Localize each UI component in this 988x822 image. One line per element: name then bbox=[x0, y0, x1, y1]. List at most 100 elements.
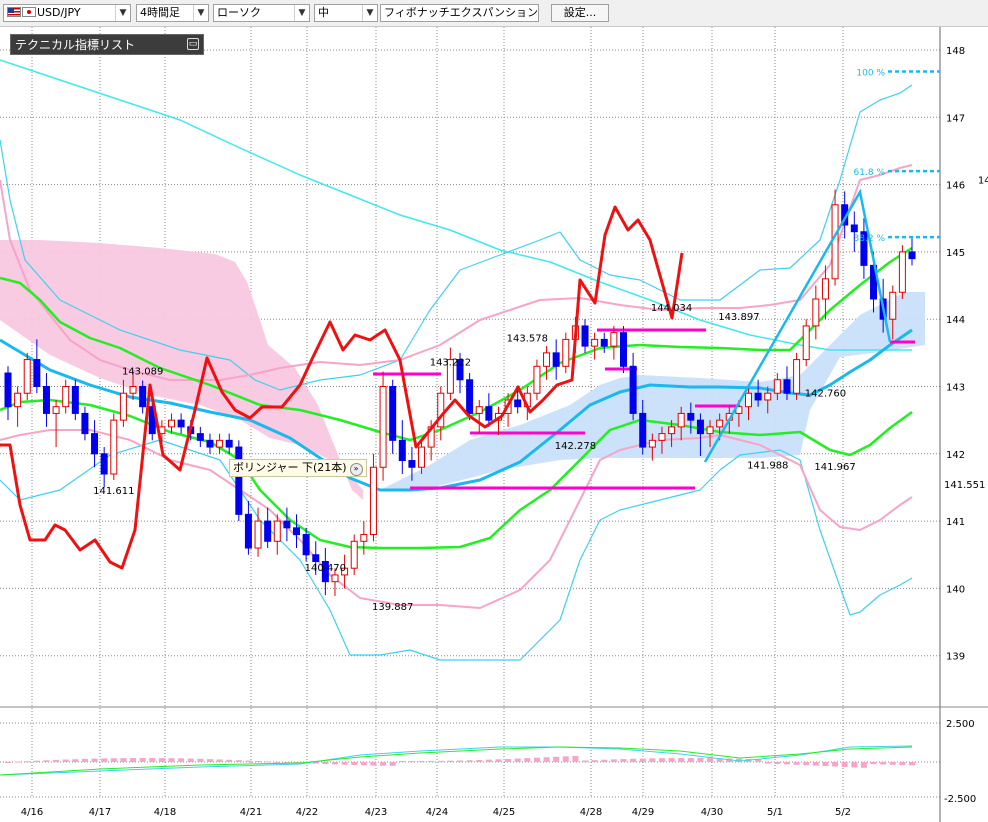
fibo-level-label: 38.2 % bbox=[854, 234, 886, 244]
histogram-bar bbox=[120, 758, 127, 762]
chevron-double-down-icon[interactable]: » bbox=[349, 463, 363, 476]
chart-style-select[interactable]: ローソク ▼ bbox=[213, 4, 310, 22]
x-tick-label: 5/2 bbox=[835, 807, 851, 818]
x-tick-label: 4/17 bbox=[89, 807, 111, 818]
candle-bearish bbox=[485, 406, 493, 421]
candle-bullish bbox=[591, 338, 599, 347]
histogram-bar bbox=[889, 762, 896, 765]
candle-bullish bbox=[745, 392, 753, 408]
x-tick-label: 5/1 bbox=[767, 807, 783, 818]
candle-bearish bbox=[408, 460, 416, 468]
candle-bearish bbox=[283, 520, 291, 529]
candle-bearish bbox=[639, 412, 647, 448]
x-tick-label: 4/23 bbox=[365, 807, 387, 818]
histogram-bar bbox=[187, 758, 194, 762]
candle-bearish bbox=[4, 372, 12, 408]
price-annotation: 141.967 bbox=[814, 462, 855, 473]
currency-pair-select[interactable]: USD/JPY ▼ bbox=[3, 4, 131, 22]
histogram-bar bbox=[783, 762, 790, 765]
x-tick-label: 4/28 bbox=[580, 807, 602, 818]
candle-bullish bbox=[110, 419, 118, 475]
histogram-bar bbox=[216, 759, 223, 762]
candle-bullish bbox=[648, 439, 656, 448]
settings-button[interactable]: 設定... bbox=[551, 4, 609, 22]
y-tick-label: 143 bbox=[946, 383, 965, 394]
candle-bearish bbox=[206, 439, 214, 448]
drawing-tool-field[interactable]: フィボナッチエクスパンション bbox=[380, 4, 539, 22]
candle-bullish bbox=[254, 520, 262, 549]
candle-bullish bbox=[23, 359, 31, 394]
candle-bullish bbox=[658, 433, 666, 441]
histogram-bar bbox=[620, 759, 627, 762]
candle-bearish bbox=[293, 527, 301, 536]
candle-bullish bbox=[216, 439, 224, 448]
price-annotation: 142.278 bbox=[555, 441, 596, 452]
candle-bullish bbox=[543, 352, 551, 367]
histogram-bar bbox=[14, 761, 21, 763]
histogram-bar bbox=[610, 759, 617, 762]
candle-bearish bbox=[139, 386, 147, 408]
y-tick-label: 146 bbox=[946, 181, 965, 192]
candle-bearish bbox=[235, 446, 243, 515]
y-tick-label: 147 bbox=[946, 113, 965, 124]
candle-bearish bbox=[100, 453, 108, 475]
histogram-bar bbox=[53, 759, 60, 762]
histogram-bar bbox=[466, 760, 473, 762]
histogram-bar bbox=[601, 759, 608, 762]
candle-bullish bbox=[889, 291, 897, 320]
histogram-bar bbox=[206, 759, 213, 762]
histogram-bar bbox=[197, 758, 204, 762]
histogram-bar bbox=[764, 762, 771, 764]
chevron-down-icon: ▼ bbox=[294, 5, 309, 21]
indicator-list-panel[interactable]: テクニカル指標リスト ▭ bbox=[10, 34, 204, 55]
timeframe-select[interactable]: 4時間足 ▼ bbox=[136, 4, 209, 22]
histogram-bar bbox=[91, 758, 98, 762]
histogram-bar bbox=[226, 759, 233, 762]
currency-pair-label: USD/JPY bbox=[37, 6, 81, 19]
histogram-bar bbox=[418, 760, 425, 762]
histogram-bar bbox=[591, 760, 598, 762]
candle-bearish bbox=[754, 392, 762, 401]
indicator-list-title: テクニカル指標リスト bbox=[15, 38, 136, 52]
histogram-bar bbox=[158, 758, 165, 762]
candle-bullish bbox=[14, 392, 22, 408]
price-annotation: 145.928 bbox=[978, 175, 988, 186]
candle-bullish bbox=[119, 392, 127, 421]
candle-bearish bbox=[71, 386, 79, 414]
candle-bearish bbox=[581, 325, 589, 347]
candle-bearish bbox=[33, 359, 41, 387]
candle-bullish bbox=[802, 325, 810, 361]
histogram-bar bbox=[678, 758, 685, 762]
drawing-tool-label: フィボナッチエクスパンション bbox=[384, 6, 538, 19]
candle-bearish bbox=[514, 399, 522, 408]
price-chart[interactable]: 100 % 61.8 % 38.2 % 143.089 141.611 140.470 1… bbox=[0, 27, 988, 822]
candle-bearish bbox=[687, 412, 695, 421]
price-annotation: 144.034 bbox=[651, 303, 692, 314]
candle-bullish bbox=[677, 412, 685, 428]
histogram-bar bbox=[408, 760, 415, 762]
histogram-bar bbox=[380, 762, 387, 766]
histogram-bar bbox=[899, 762, 906, 766]
candle-bearish bbox=[42, 386, 50, 414]
histogram-bar bbox=[101, 758, 108, 762]
x-tick-label: 4/16 bbox=[21, 807, 43, 818]
histogram-bar bbox=[5, 762, 11, 763]
sub-signal-green bbox=[0, 746, 913, 776]
candle-bullish bbox=[773, 379, 781, 394]
collapse-icon[interactable]: ▭ bbox=[187, 38, 199, 50]
histogram-bar bbox=[139, 758, 146, 762]
current-price-label: 141.551 bbox=[944, 480, 985, 491]
chart-size-select[interactable]: 中 ▼ bbox=[314, 4, 378, 22]
histogram-bar bbox=[149, 758, 156, 762]
y-tick-label: 139 bbox=[946, 652, 965, 663]
histogram-bar bbox=[870, 762, 877, 765]
histogram-bar bbox=[24, 761, 31, 763]
x-tick-label: 4/18 bbox=[154, 807, 176, 818]
price-annotation: 141.611 bbox=[93, 486, 134, 497]
histogram-bar bbox=[649, 758, 656, 762]
histogram-bar bbox=[389, 762, 396, 766]
histogram-bar bbox=[533, 757, 540, 762]
histogram-bar bbox=[505, 758, 512, 762]
jp-flag-icon bbox=[22, 7, 36, 17]
histogram-bar bbox=[178, 758, 185, 762]
